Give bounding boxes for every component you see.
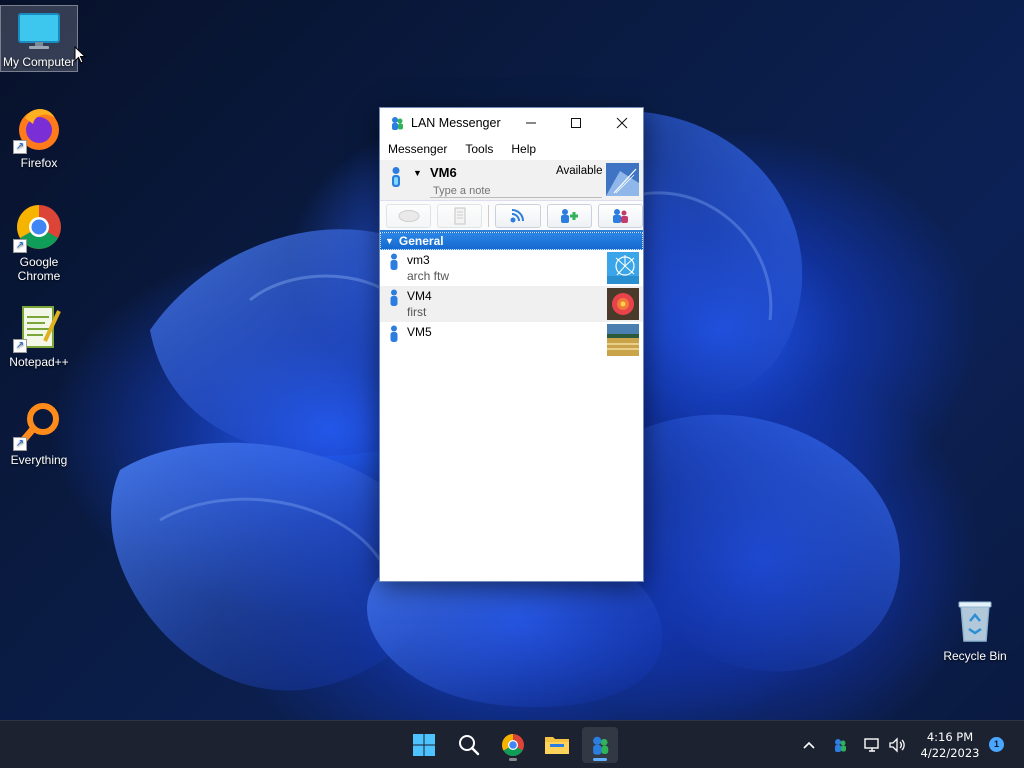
group-icon [613, 208, 629, 223]
desktop-icon-label: My Computer [2, 55, 76, 69]
user-status-bar: ▼ VM6 Available [380, 160, 643, 200]
chat-button[interactable] [386, 203, 432, 228]
user-status[interactable]: Available [556, 165, 602, 177]
desktop-icon-recycle-bin[interactable]: Recycle Bin [936, 597, 1014, 663]
desktop-icon-chrome[interactable]: ↗ Google Chrome [0, 203, 78, 283]
add-user-icon [561, 208, 579, 223]
shortcut-arrow-icon: ↗ [13, 140, 27, 154]
broadcast-button[interactable] [495, 203, 541, 228]
lan-messenger-icon [593, 736, 609, 755]
network-icon [864, 738, 879, 752]
notepadpp-icon: ↗ [13, 303, 63, 353]
menu-messenger[interactable]: Messenger [388, 142, 447, 156]
folder-icon [545, 737, 569, 754]
tray-volume[interactable] [887, 735, 907, 755]
contact-status-icon [390, 289, 398, 306]
lan-messenger-icon [835, 739, 846, 752]
tray-network[interactable] [862, 735, 882, 755]
desktop-icon-label: Google Chrome [17, 255, 61, 283]
tray-clock[interactable]: 4:16 PM 4/22/2023 [914, 729, 986, 761]
show-hidden-icons-button[interactable] [799, 735, 819, 755]
contact-name: vm3 [407, 253, 430, 267]
contact-row[interactable]: vm3 arch ftw [380, 250, 643, 286]
user-name: VM6 [430, 165, 457, 180]
menu-tools[interactable]: Tools [465, 142, 493, 156]
desktop-icon-label: Notepad++ [9, 355, 69, 369]
shortcut-arrow-icon: ↗ [13, 339, 27, 353]
clock-time: 4:16 PM [926, 730, 974, 744]
contact-name: VM5 [407, 325, 432, 339]
minimize-button[interactable] [508, 108, 554, 138]
desktop-icon-my-computer[interactable]: My Computer [0, 5, 78, 72]
taskbar-chrome[interactable] [495, 727, 531, 763]
chrome-icon: ↗ [13, 203, 63, 253]
clock-date: 4/22/2023 [920, 746, 980, 760]
desktop-icon-label: Everything [10, 453, 68, 467]
menu-help[interactable]: Help [511, 142, 536, 156]
windows-logo-icon [413, 734, 435, 756]
search-icon [459, 735, 480, 756]
notification-badge[interactable]: 1 [989, 737, 1004, 752]
contact-status-icon [390, 253, 398, 270]
desktop-icon-label: Recycle Bin [943, 649, 1007, 663]
running-indicator [509, 758, 517, 761]
recycle-bin-icon [951, 597, 999, 645]
collapse-caret-icon[interactable]: ▼ [385, 236, 394, 246]
lan-messenger-icon [392, 117, 403, 130]
send-file-button[interactable] [437, 203, 483, 228]
shortcut-arrow-icon: ↗ [13, 437, 27, 451]
contact-name: VM4 [407, 289, 432, 303]
taskbar-lan-messenger[interactable] [582, 727, 618, 763]
chat-bubble-icon [398, 209, 420, 222]
maximize-button[interactable] [553, 108, 599, 138]
broadcast-icon [510, 208, 524, 222]
monitor-icon [15, 11, 63, 51]
magnifier-icon: ↗ [13, 401, 63, 451]
lan-messenger-window[interactable]: LAN Messenger Messenger Tools Help ▼ VM6… [379, 107, 644, 582]
contact-row[interactable]: VM4 first [380, 286, 643, 322]
contact-note: first [407, 305, 427, 319]
group-name: General [398, 234, 444, 248]
contact-note: arch ftw [407, 269, 450, 283]
desktop-icon-firefox[interactable]: ↗ Firefox [0, 104, 78, 170]
chevron-up-icon [803, 741, 815, 749]
status-dropdown-icon[interactable]: ▼ [413, 168, 422, 178]
chrome-icon [502, 734, 524, 756]
contact-avatar [607, 324, 639, 356]
toolbar [380, 200, 643, 232]
taskbar-file-explorer[interactable] [539, 727, 575, 763]
file-icon [454, 207, 466, 224]
desktop-icon-everything[interactable]: ↗ Everything [0, 401, 78, 467]
start-button[interactable] [406, 727, 442, 763]
contact-row[interactable]: VM5 [380, 322, 643, 358]
contact-avatar [607, 252, 639, 284]
mouse-cursor-icon [74, 46, 86, 64]
firefox-icon: ↗ [13, 104, 63, 154]
close-button[interactable] [599, 108, 645, 138]
group-header-general[interactable]: ▼ General [380, 232, 643, 250]
add-contact-button[interactable] [546, 203, 592, 228]
contact-status-icon [390, 325, 398, 342]
search-button[interactable] [451, 727, 487, 763]
window-titlebar[interactable]: LAN Messenger [380, 108, 643, 138]
running-indicator [593, 758, 607, 761]
desktop-icon-label: Firefox [20, 156, 58, 170]
minimize-icon [526, 122, 536, 124]
user-avatar[interactable] [606, 163, 639, 196]
note-input[interactable] [430, 184, 602, 198]
taskbar: 4:16 PM 4/22/2023 [0, 720, 1024, 768]
shortcut-arrow-icon: ↗ [13, 239, 27, 253]
speaker-icon [889, 737, 905, 753]
toolbar-separator [488, 204, 490, 227]
close-icon [616, 117, 628, 129]
menu-bar: Messenger Tools Help [380, 138, 643, 160]
user-status-icon[interactable] [390, 166, 402, 188]
maximize-icon [571, 118, 581, 128]
desktop-icon-notepadpp[interactable]: ↗ Notepad++ [0, 303, 78, 369]
contact-avatar [607, 288, 639, 320]
group-settings-button[interactable] [597, 203, 643, 228]
tray-lan-messenger[interactable] [830, 735, 850, 755]
window-title: LAN Messenger [411, 116, 501, 130]
